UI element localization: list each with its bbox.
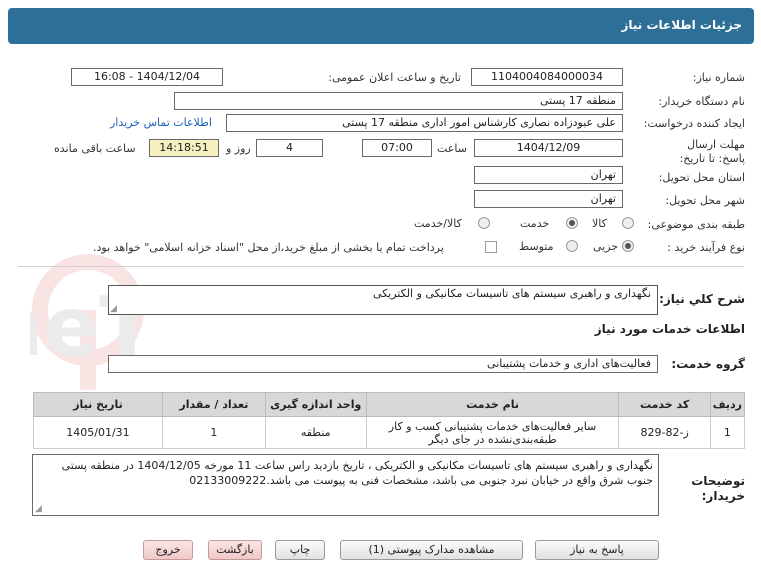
province-label: استان محل تحویل: — [658, 171, 745, 184]
category-goods-label: کالا — [592, 217, 607, 230]
row-qty: 1 — [161, 416, 266, 449]
creator-label: ایجاد کننده درخواست: — [643, 117, 745, 130]
col-code: کد خدمت — [618, 392, 711, 417]
back-button[interactable]: بازگشت — [208, 540, 262, 560]
buyer-org-field: منطقه 17 پستی — [174, 92, 623, 110]
category-service-radio[interactable] — [566, 217, 578, 229]
table-row: 1 ز-82-829 سایر فعالیت‌های خدمات پشتیبان… — [33, 416, 746, 449]
process-minor-radio[interactable] — [622, 240, 634, 252]
creator-field: علی عبودزاده نصاری کارشناس امور اداری من… — [226, 114, 623, 132]
row-code: ز-82-829 — [618, 416, 711, 449]
divider — [18, 266, 744, 267]
province-field: تهران — [474, 166, 623, 184]
process-minor-label: جزیی — [593, 240, 619, 253]
treasury-checkbox[interactable] — [485, 241, 497, 253]
row-unit: منطقه — [264, 416, 367, 449]
category-label: طبقه بندی موضوعی: — [647, 218, 745, 231]
resize-handle-icon[interactable]: ◢ — [110, 304, 117, 314]
col-qty: تعداد / مقدار — [161, 392, 266, 417]
service-group-field: فعالیت‌های اداری و خدمات پشتیبانی — [108, 355, 658, 373]
col-name: نام خدمت — [365, 392, 620, 417]
days-field: 4 — [256, 139, 323, 157]
buyer-contact-link[interactable]: اطلاعات تماس خریدار — [110, 116, 212, 129]
row-name: سایر فعالیت‌های خدمات پشتیبانی کسب و کار… — [365, 416, 620, 449]
notes-label: توضیحات خریدار: — [691, 474, 745, 503]
need-number-field: 1104004084000034 — [471, 68, 623, 86]
print-button[interactable]: چاپ — [275, 540, 325, 560]
city-label: شهر محل تحویل: — [665, 194, 745, 207]
attachments-button[interactable]: مشاهده مدارک پیوستی (1) — [340, 540, 523, 560]
col-index: ردیف — [709, 392, 746, 417]
buyer-org-label: نام دستگاه خریدار: — [658, 95, 745, 108]
process-label: نوع فرآیند خرید : — [667, 241, 745, 254]
deadline-label: مهلت ارسال پاسخ: تا تاریخ: — [679, 138, 745, 165]
category-goods-radio[interactable] — [622, 217, 634, 229]
exit-button[interactable]: خروج — [143, 540, 193, 560]
col-unit: واحد اندازه گیری — [264, 392, 367, 417]
reply-button[interactable]: پاسخ به نیاز — [535, 540, 659, 560]
notes-field[interactable]: نگهداری و راهبری سیستم های تاسیسات مکانی… — [32, 454, 659, 516]
category-goods-service-label: کالا/خدمت — [414, 217, 462, 230]
need-number-label: شماره نیاز: — [692, 71, 745, 84]
remaining-label: ساعت باقی مانده — [54, 142, 136, 155]
page-title: جزئیات اطلاعات نیاز — [621, 18, 742, 32]
city-field: تهران — [474, 190, 623, 208]
service-group-label: گروه خدمت: — [671, 357, 745, 371]
category-goods-service-radio[interactable] — [478, 217, 490, 229]
col-date: تاریخ نیاز — [33, 392, 163, 417]
table-header-row: ردیف کد خدمت نام خدمت واحد اندازه گیری ت… — [33, 392, 746, 417]
announce-field: 1404/12/04 - 16:08 — [71, 68, 223, 86]
deadline-date-field: 1404/12/09 — [474, 139, 623, 157]
process-medium-label: متوسط — [519, 240, 554, 253]
payment-note: پرداخت تمام یا بخشی از مبلغ خرید،از محل … — [93, 241, 444, 254]
services-section-title: اطلاعات خدمات مورد نیاز — [594, 322, 745, 336]
deadline-time-field: 07:00 — [362, 139, 432, 157]
process-medium-radio[interactable] — [566, 240, 578, 252]
category-service-label: خدمت — [520, 217, 550, 230]
page-header: جزئیات اطلاعات نیاز — [8, 8, 754, 44]
watermark-logo: AriaTender.neT — [30, 254, 155, 390]
row-date: 1405/01/31 — [33, 416, 163, 449]
services-table: ردیف کد خدمت نام خدمت واحد اندازه گیری ت… — [33, 392, 746, 449]
deadline-time-label: ساعت — [437, 142, 467, 155]
remaining-time-field: 14:18:51 — [149, 139, 219, 157]
days-label: روز و — [226, 142, 251, 155]
announce-label: تاریخ و ساعت اعلان عمومی: — [328, 71, 461, 84]
summary-field[interactable]: نگهداری و راهبری سیستم های تاسیسات مکانی… — [108, 285, 658, 315]
summary-label: شرح کلي نياز: — [659, 292, 745, 306]
row-index: 1 — [709, 416, 746, 449]
notes-resize-handle-icon[interactable]: ◢ — [35, 504, 42, 514]
